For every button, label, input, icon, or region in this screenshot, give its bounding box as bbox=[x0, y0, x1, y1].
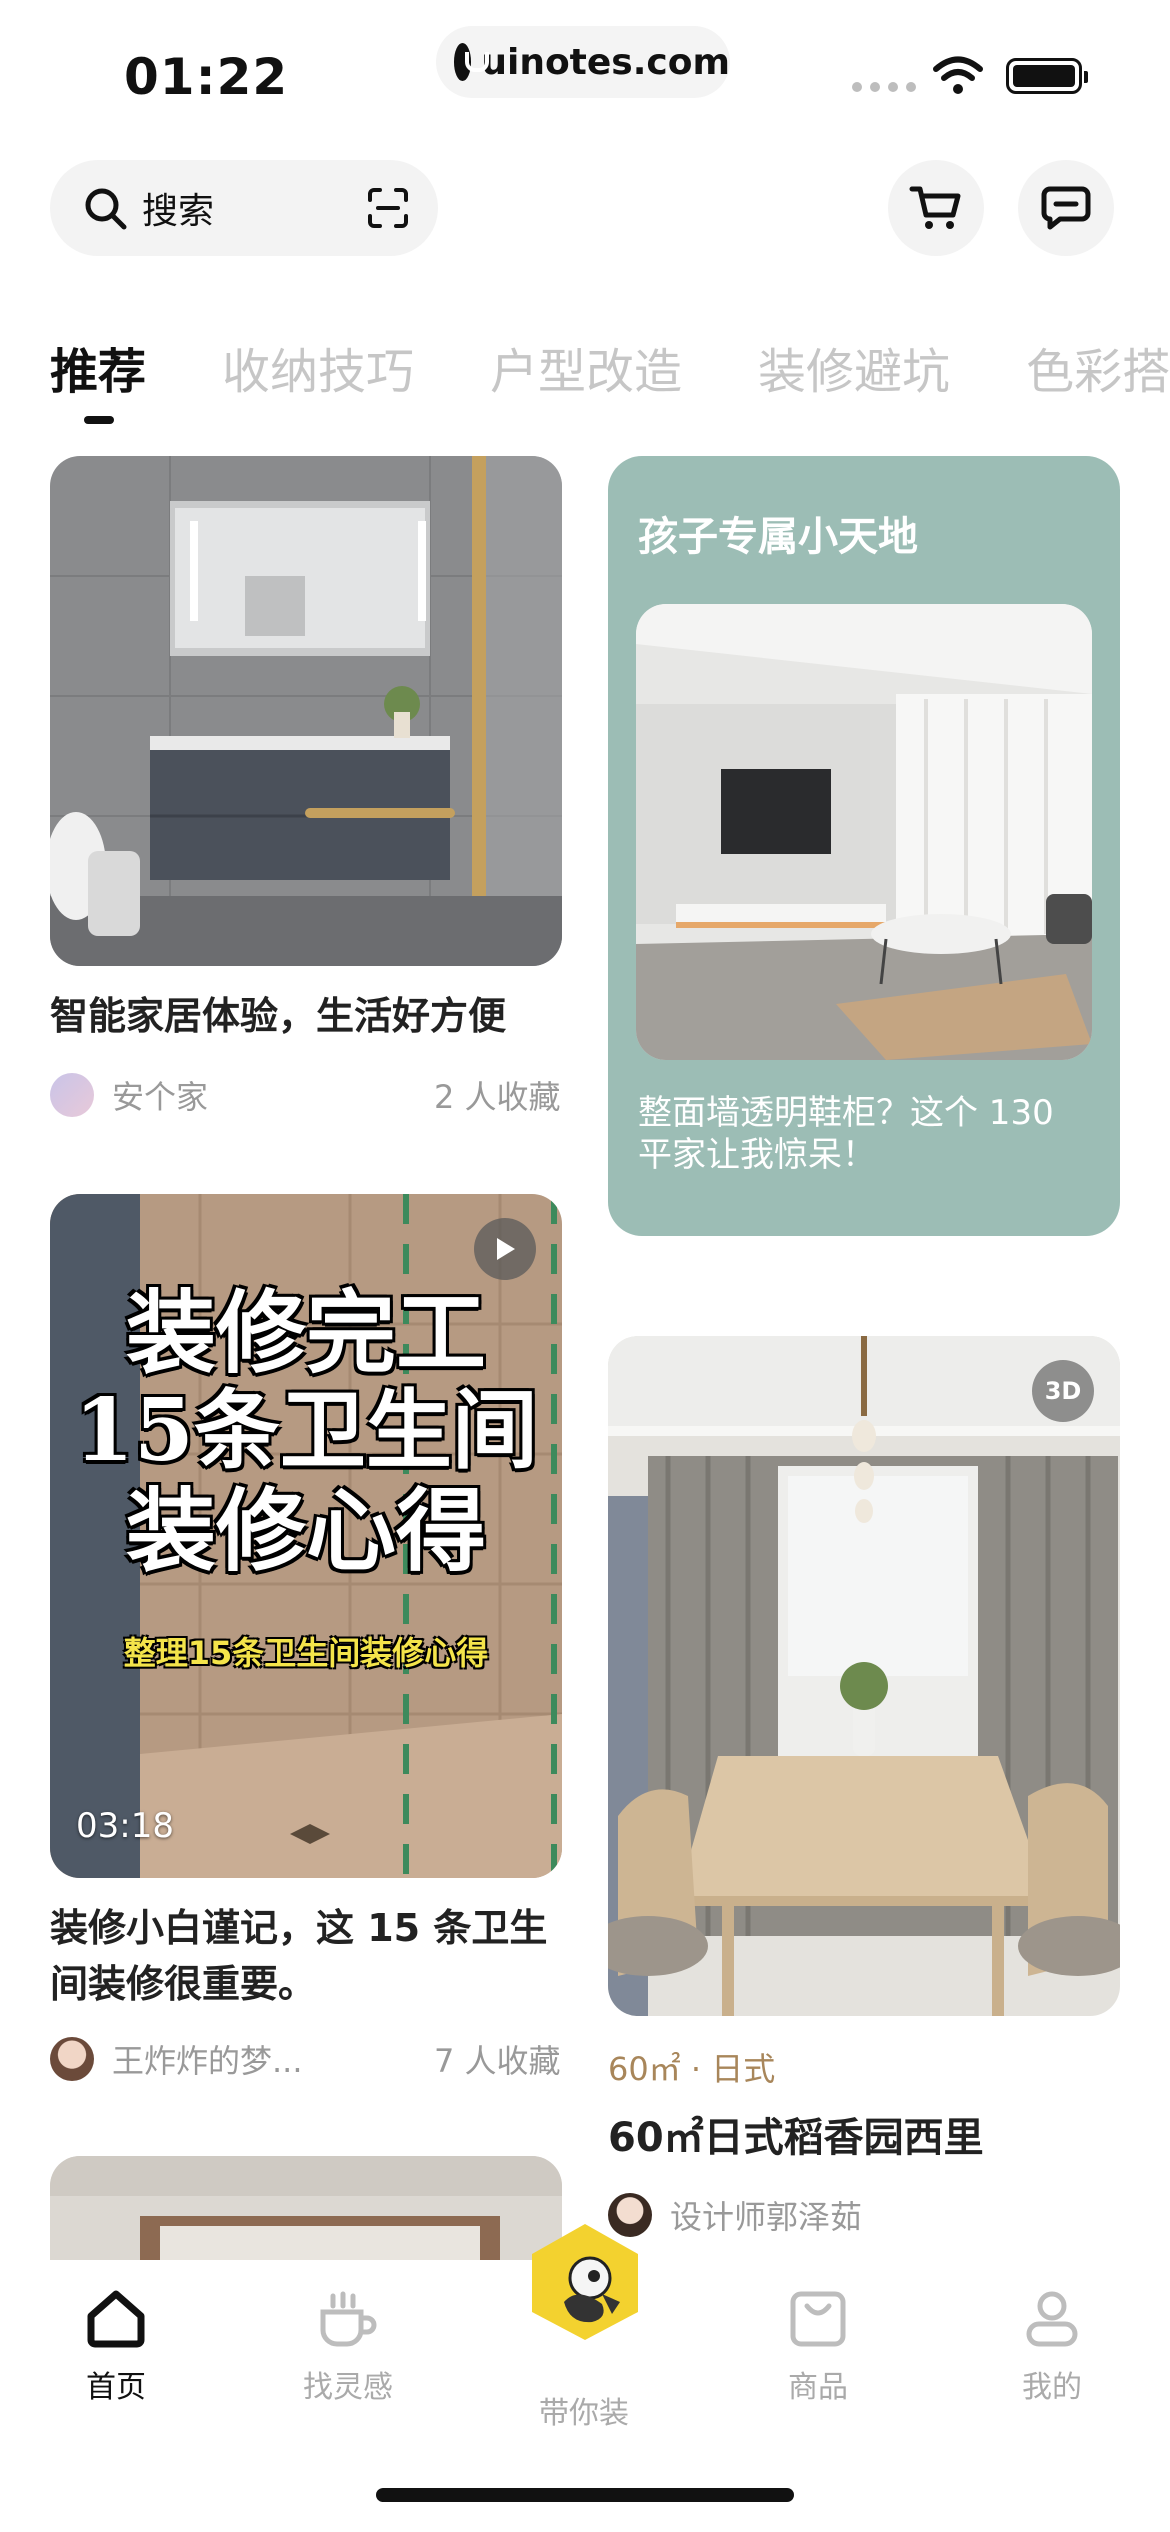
tab-color-matching[interactable]: 色彩搭 bbox=[1026, 332, 1170, 422]
message-icon bbox=[1041, 186, 1091, 230]
nav-home[interactable]: 首页 bbox=[46, 2288, 186, 2406]
scan-icon[interactable] bbox=[366, 186, 410, 230]
site-logo-icon bbox=[454, 43, 490, 81]
card-image-smart-home[interactable] bbox=[50, 456, 562, 966]
search-placeholder: 搜索 bbox=[142, 191, 215, 232]
video-overlay-subtitle: 整理15条卫生间装修心得 bbox=[123, 1634, 489, 1672]
featured-card-description: 整面墙透明鞋柜？这个 130 平家让我惊呆！ bbox=[638, 1093, 1054, 1175]
search-bar[interactable]: 搜索 bbox=[50, 160, 438, 256]
message-button[interactable] bbox=[1018, 160, 1114, 256]
search-icon bbox=[85, 188, 127, 230]
play-icon bbox=[497, 1238, 515, 1260]
category-tabs: 推荐 收纳技巧 户型改造 装修避坑 色彩搭 bbox=[50, 332, 1170, 422]
url-pill[interactable]: uinotes.com bbox=[436, 26, 730, 98]
card-title[interactable]: 装修小白谨记，这 15 条卫生间装修很重要。 bbox=[50, 1900, 570, 2012]
video-overlay-line-3: 装修心得 bbox=[126, 1478, 486, 1584]
dining-room-photo bbox=[608, 1336, 1120, 2016]
home-indicator bbox=[376, 2488, 794, 2502]
card-author-row[interactable]: 安个家 bbox=[50, 1072, 208, 1118]
author-name: 设计师郭泽茹 bbox=[670, 2198, 863, 2236]
status-time: 01:22 bbox=[124, 48, 289, 106]
nav-profile[interactable]: 我的 bbox=[982, 2288, 1122, 2406]
card-image-japanese-dining[interactable]: 3D bbox=[608, 1336, 1120, 2016]
collect-count: 2 人收藏 bbox=[434, 1078, 561, 1116]
card-title[interactable]: 60㎡日式稻香园西里 bbox=[608, 2110, 1120, 2166]
author-name: 王炸炸的梦... bbox=[112, 2042, 303, 2080]
coffee-cup-icon bbox=[320, 2291, 377, 2347]
collect-count: 7 人收藏 bbox=[434, 2042, 561, 2080]
featured-card-heading: 孩子专属小天地 bbox=[638, 514, 918, 560]
card-author-row[interactable]: 王炸炸的梦... bbox=[50, 2036, 303, 2082]
nav-guide[interactable]: 带你装 bbox=[514, 2388, 654, 2432]
wifi-icon bbox=[933, 56, 983, 94]
3d-badge[interactable]: 3D bbox=[1032, 1360, 1094, 1422]
card-title[interactable]: 智能家居体验，生活好方便 bbox=[50, 988, 562, 1044]
card-tag: 60㎡ · 日式 bbox=[608, 2050, 776, 2088]
nav-label: 找灵感 bbox=[303, 2370, 393, 2405]
battery-icon bbox=[1006, 58, 1088, 94]
home-icon bbox=[87, 2290, 145, 2348]
tab-renovation-pitfalls[interactable]: 装修避坑 bbox=[758, 332, 950, 422]
avatar bbox=[50, 2037, 94, 2081]
nav-label: 带你装 bbox=[539, 2396, 629, 2431]
nav-inspiration[interactable]: 找灵感 bbox=[278, 2288, 418, 2406]
card-video-bathroom[interactable]: 装修完工 15条卫生间 装修心得 整理15条卫生间装修心得 03:18 bbox=[50, 1194, 562, 1878]
tab-recommend[interactable]: 推荐 bbox=[50, 332, 146, 422]
nav-label: 商品 bbox=[788, 2370, 848, 2405]
play-badge[interactable] bbox=[474, 1218, 536, 1280]
living-room-photo bbox=[636, 604, 1092, 1060]
url-text: uinotes.com bbox=[481, 41, 730, 83]
tab-storage-tips[interactable]: 收纳技巧 bbox=[222, 332, 414, 422]
signal-icon bbox=[852, 82, 916, 92]
cart-button[interactable] bbox=[888, 160, 984, 256]
nav-label: 首页 bbox=[86, 2370, 146, 2405]
nav-label: 我的 bbox=[1022, 2370, 1082, 2405]
room-photo bbox=[50, 2156, 562, 2260]
featured-card[interactable]: 孩子专属小天地 整面墙透明鞋柜？这个 130 平家让我惊呆！ bbox=[608, 456, 1120, 1236]
shopping-bag-icon bbox=[790, 2291, 846, 2347]
video-duration: 03:18 bbox=[76, 1806, 174, 1846]
card-author-row[interactable]: 设计师郭泽茹 bbox=[608, 2192, 862, 2238]
mascot-icon[interactable] bbox=[528, 2222, 642, 2342]
cart-icon bbox=[909, 186, 961, 229]
bathroom-photo bbox=[50, 456, 562, 966]
tab-layout-renovation[interactable]: 户型改造 bbox=[490, 332, 682, 422]
nav-products[interactable]: 商品 bbox=[748, 2288, 888, 2406]
profile-icon bbox=[1026, 2291, 1078, 2347]
avatar bbox=[50, 1073, 94, 1117]
featured-card-image bbox=[636, 604, 1092, 1060]
card-image-partial[interactable] bbox=[50, 2156, 562, 2260]
active-tab-indicator bbox=[84, 416, 114, 424]
author-name: 安个家 bbox=[112, 1078, 209, 1116]
